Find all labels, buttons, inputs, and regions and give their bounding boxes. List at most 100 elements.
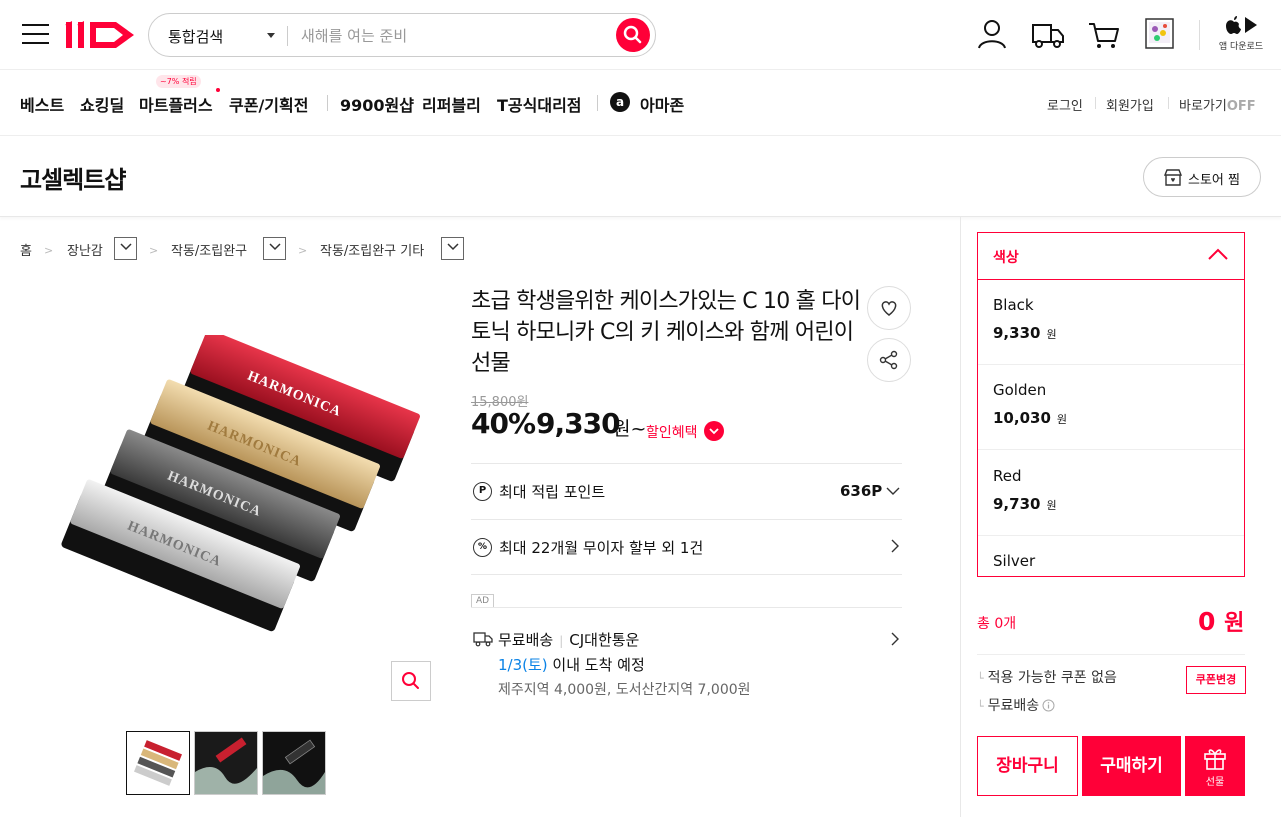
product-main-image: HARMONICA HARMONICA HARMONICA HARMONICA [61, 335, 420, 632]
shortcut-state: OFF [1226, 99, 1256, 114]
option-price: 9,730 원 [993, 495, 1057, 513]
thumbnail-3[interactable] [262, 731, 326, 795]
divider [597, 95, 598, 111]
promo-badge: ~7% 적립 [156, 75, 201, 88]
thumbnail-2[interactable] [194, 731, 258, 795]
heart-icon [881, 301, 897, 316]
chevron-down-icon [446, 243, 459, 251]
delivery-truck-icon[interactable] [1028, 15, 1068, 55]
share-button[interactable] [867, 338, 911, 382]
product-title: 초급 학생을위한 케이스가있는 C 10 홀 다이토닉 하모니카 C의 키 케이… [471, 289, 861, 376]
magnifier-icon [402, 672, 419, 689]
search-input[interactable] [301, 22, 601, 50]
divider [1199, 20, 1200, 50]
chevron-down-icon[interactable] [886, 487, 900, 496]
breadcrumb-category[interactable]: 작동/조립완구 [171, 240, 247, 259]
site-logo[interactable] [64, 16, 136, 62]
option-name: Red [993, 467, 1022, 485]
store-follow-button[interactable]: 스토어 찜 [1143, 157, 1261, 197]
chevron-right-icon[interactable] [891, 632, 900, 646]
chevron-up-icon[interactable] [1208, 248, 1228, 260]
gift-button[interactable]: 선물 [1185, 736, 1245, 796]
search-bar: 통합검색 [148, 13, 656, 57]
points-label: 최대 적립 포인트 [499, 483, 606, 501]
coupon-change-button[interactable]: 쿠폰변경 [1186, 666, 1246, 694]
divider [1168, 97, 1169, 109]
breadcrumb-subcategory[interactable]: 작동/조립완구 기타 [320, 240, 424, 259]
shipping-info: 무료배송 | CJ대한통운 [498, 631, 640, 649]
info-icon[interactable] [1042, 699, 1055, 712]
menu-icon[interactable] [22, 24, 49, 46]
divider [471, 607, 902, 608]
nav-item-9900[interactable]: 9900원샵 [340, 92, 414, 116]
wishlist-button[interactable] [867, 286, 911, 330]
breadcrumb-dropdown[interactable] [263, 237, 286, 260]
login-link[interactable]: 로그인 [1047, 95, 1083, 114]
breadcrumb-toys[interactable]: 장난감 [67, 240, 103, 259]
option-item[interactable]: Golden 10,030 원 [978, 365, 1244, 450]
recent-viewed-thumbnail[interactable] [1140, 15, 1180, 55]
option-selector: 색상 Black 9,330 원 Golden 10,030 원 Red 9,730… [977, 232, 1245, 577]
divider [327, 95, 328, 111]
installment-info[interactable]: 최대 22개월 무이자 할부 외 1건 [499, 537, 703, 558]
chevron-right-icon: > [44, 244, 54, 257]
store-icon [1163, 169, 1183, 186]
nav-item-coupon[interactable]: 쿠폰/기획전 [229, 92, 308, 116]
signup-link[interactable]: 회원가입 [1106, 95, 1154, 114]
top-header: 통합검색 앱 다운로드 [0, 0, 1281, 70]
option-name: Golden [993, 381, 1047, 399]
app-download-link[interactable]: 앱 다운로드 [1212, 14, 1270, 52]
option-item[interactable]: Red 9,730 원 [978, 451, 1244, 536]
free-shipping: 무료배송 [498, 631, 554, 649]
chevron-down-icon[interactable] [267, 33, 275, 38]
nav-item-amazon[interactable]: 아마존 [640, 92, 684, 116]
purchase-panel: 색상 Black 9,330 원 Golden 10,030 원 Red 9,730… [960, 217, 1281, 817]
total-count: 총 0개 [977, 616, 1017, 632]
search-category[interactable]: 통합검색 [168, 26, 223, 47]
search-button[interactable] [616, 18, 650, 52]
ad-tag: AD [471, 594, 495, 608]
amazon-icon: a [610, 92, 630, 112]
option-name: Black [993, 296, 1034, 314]
option-name: Silver [993, 552, 1036, 570]
chevron-down-icon[interactable] [704, 421, 724, 441]
arrival-estimate: 1/3(토) 이내 도착 예정 [498, 654, 645, 675]
total-amount: 0 원 [1198, 607, 1245, 636]
breadcrumb-dropdown[interactable] [114, 237, 137, 260]
add-to-cart-button[interactable]: 장바구니 [977, 736, 1078, 796]
shortcut-toggle[interactable]: 바로가기OFF [1179, 95, 1256, 114]
arrival-date: 1/3(토) [498, 656, 548, 674]
buy-now-button[interactable]: 구매하기 [1082, 736, 1181, 796]
category-nav: 베스트 쇼킹딜 ~7% 적립 마트플러스 쿠폰/기획전 9900원샵 리퍼블리 … [0, 70, 1281, 136]
zoom-button[interactable] [391, 661, 431, 701]
user-icon[interactable] [972, 15, 1012, 55]
thumbnail-1[interactable] [126, 731, 190, 795]
discount-benefit-link[interactable]: 할인혜택 [646, 422, 698, 442]
price-suffix: 원~ [613, 418, 647, 440]
carrier: CJ대한통운 [569, 631, 640, 649]
option-item[interactable]: Silver [978, 536, 1244, 576]
breadcrumb-home[interactable]: 홈 [20, 240, 32, 259]
divider [471, 574, 902, 575]
nav-item-refurbly[interactable]: 리퍼블리 [422, 92, 481, 116]
shortcut-label: 바로가기 [1179, 99, 1227, 114]
option-price: 9,330 원 [993, 324, 1057, 342]
divider [471, 463, 902, 464]
nav-item-best[interactable]: 베스트 [20, 92, 64, 116]
nav-item-shocking-deal[interactable]: 쇼킹딜 [80, 92, 124, 116]
chevron-down-icon [268, 243, 281, 251]
nav-item-t-official[interactable]: T공식대리점 [497, 92, 582, 116]
breadcrumb-dropdown[interactable] [441, 237, 464, 260]
cart-icon[interactable] [1084, 15, 1124, 55]
option-header[interactable]: 색상 [978, 233, 1244, 280]
chevron-right-icon[interactable] [891, 539, 900, 553]
gift-label: 선물 [1205, 777, 1225, 788]
divider [977, 654, 1245, 655]
nav-item-mart-plus[interactable]: 마트플러스 [139, 92, 213, 116]
points-value[interactable]: 636P [840, 482, 882, 500]
coupon-status: └ 적용 가능한 쿠폰 없음 [977, 670, 1117, 686]
option-item[interactable]: Black 9,330 원 [978, 280, 1244, 365]
chevron-right-icon: > [149, 244, 159, 257]
search-icon [623, 25, 642, 44]
store-name[interactable]: 고셀렉트샵 [20, 160, 126, 195]
